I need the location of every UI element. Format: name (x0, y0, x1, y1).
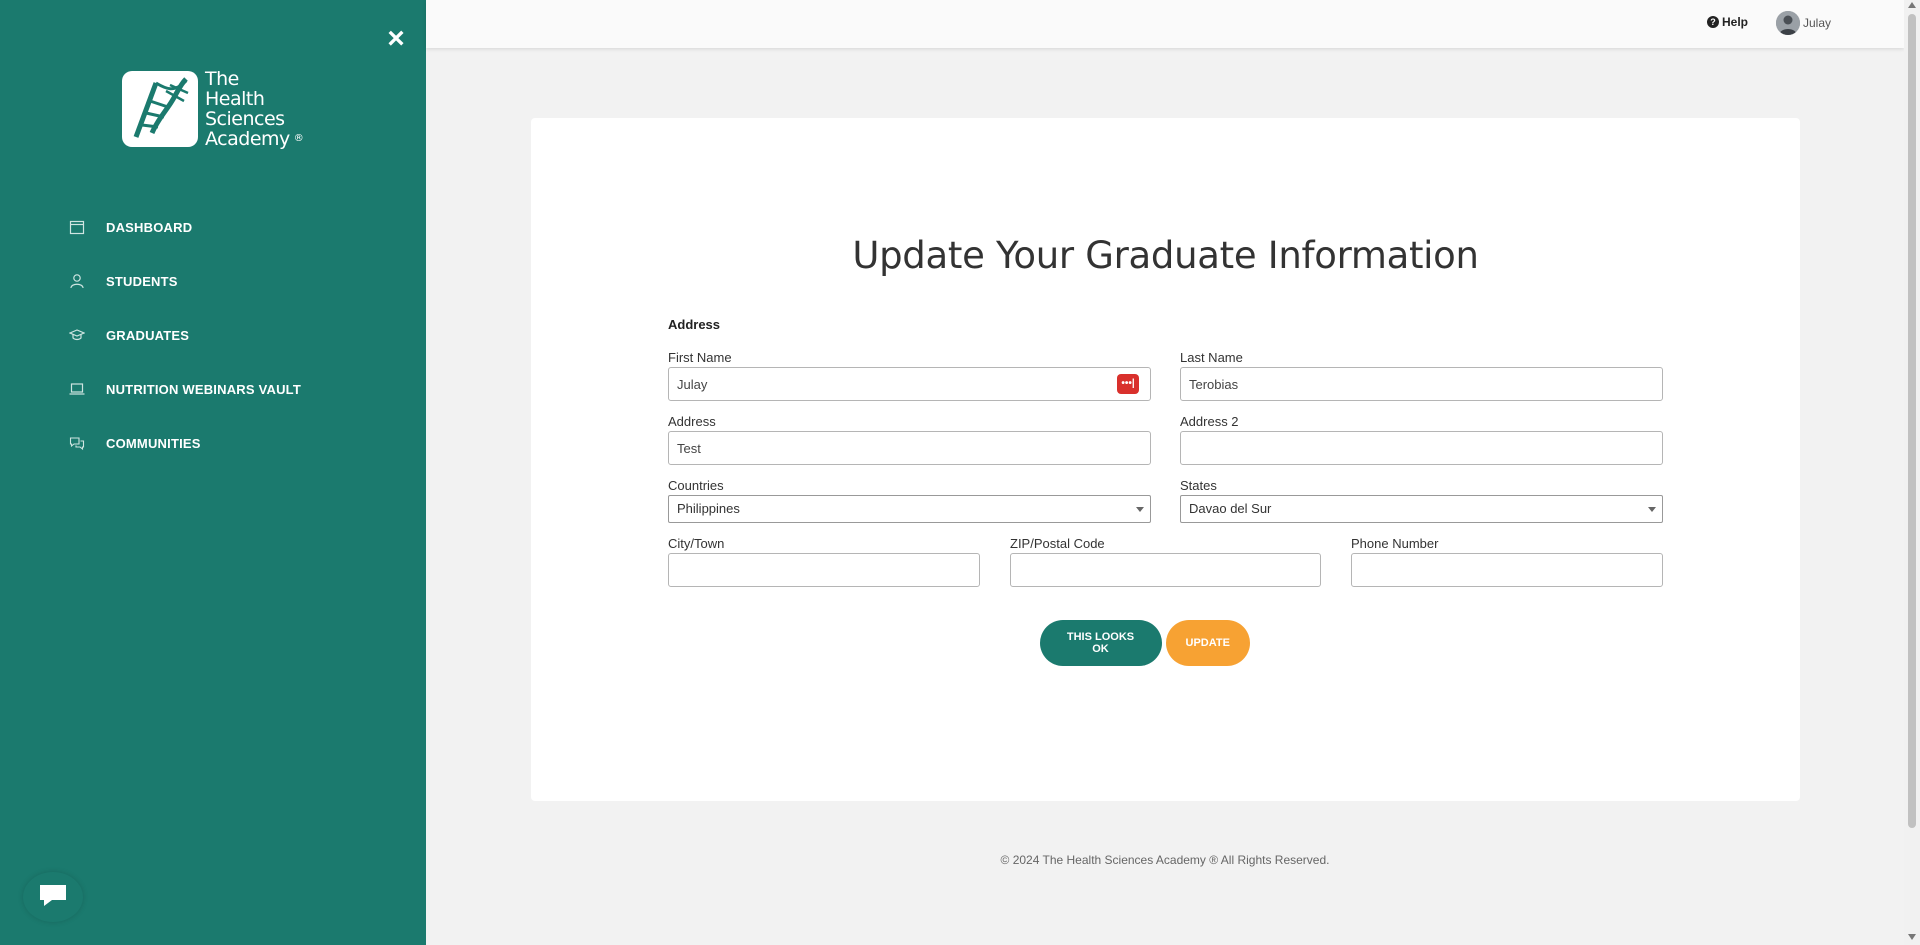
sidebar-item-label: COMMUNITIES (106, 435, 201, 451)
update-form-card: Update Your Graduate Information Address… (531, 118, 1800, 801)
sidebar-item-nutrition-webinars-vault[interactable]: NUTRITION WEBINARS VAULT (0, 362, 426, 416)
city-label: City/Town (668, 536, 725, 551)
states-label: States (1180, 478, 1217, 493)
phone-field[interactable] (1351, 553, 1663, 587)
logo-text: The Health Sciences Academy ® (205, 68, 304, 150)
sidebar-item-label: DASHBOARD (106, 219, 193, 235)
first-name-label: First Name (668, 350, 732, 365)
help-link[interactable]: ? Help (1707, 15, 1748, 29)
states-selected-value: Davao del Sur (1189, 501, 1272, 516)
address2-field[interactable] (1180, 431, 1663, 465)
countries-select[interactable]: Philippines (668, 495, 1151, 523)
phone-field-group: Phone Number (1351, 535, 1663, 587)
footer-copyright: © 2024 The Health Sciences Academy ® All… (1000, 853, 1330, 867)
graduation-cap-icon (68, 326, 86, 344)
page-title: Update Your Graduate Information (852, 234, 1479, 277)
zip-label: ZIP/Postal Code (1010, 536, 1105, 551)
this-looks-ok-button[interactable]: THIS LOOKS OK (1039, 620, 1162, 666)
countries-field-group: Countries Philippines (668, 477, 1151, 523)
user-icon (68, 272, 86, 290)
close-icon[interactable]: × (384, 24, 408, 54)
sidebar-item-dashboard[interactable]: DASHBOARD (0, 200, 426, 254)
password-manager-icon[interactable]: •••| (1117, 374, 1139, 394)
logo-line: Academy (205, 128, 290, 150)
avatar (1776, 11, 1800, 35)
zip-field[interactable] (1010, 553, 1321, 587)
logo-mark (122, 71, 198, 147)
calendar-icon (68, 218, 86, 236)
address-field[interactable] (668, 431, 1151, 465)
address2-field-group: Address 2 (1180, 413, 1663, 465)
last-name-field[interactable] (1180, 367, 1663, 401)
chat-widget-button[interactable] (23, 872, 83, 922)
section-heading: Address (668, 317, 721, 332)
sidebar-item-label: NUTRITION WEBINARS VAULT (106, 381, 301, 397)
registered-mark: ® (293, 133, 304, 144)
sidebar-item-label: GRADUATES (106, 327, 190, 343)
sidebar-item-graduates[interactable]: GRADUATES (0, 308, 426, 362)
form-actions: THIS LOOKS OK UPDATE (531, 620, 1800, 666)
countries-label: Countries (668, 478, 724, 493)
chat-icon (68, 434, 86, 452)
update-button[interactable]: UPDATE (1165, 620, 1250, 666)
sidebar-item-students[interactable]: STUDENTS (0, 254, 426, 308)
sidebar-item-label: STUDENTS (106, 273, 178, 289)
scroll-up-icon[interactable] (1908, 2, 1916, 8)
laptop-icon (68, 380, 86, 398)
city-field-group: City/Town (668, 535, 980, 587)
logo-line: The (205, 68, 239, 90)
logo-line: Health (205, 88, 265, 110)
chat-bubble-icon (38, 882, 68, 913)
logo-line: Sciences (205, 108, 285, 130)
scroll-down-icon[interactable] (1908, 934, 1916, 940)
chevron-down-icon (1648, 507, 1656, 512)
last-name-label: Last Name (1180, 350, 1243, 365)
first-name-field[interactable] (668, 367, 1151, 401)
scroll-thumb[interactable] (1908, 14, 1916, 828)
zip-field-group: ZIP/Postal Code (1010, 535, 1321, 587)
phone-label: Phone Number (1351, 536, 1439, 551)
address2-label: Address 2 (1180, 414, 1239, 429)
user-name: Julay (1803, 16, 1832, 30)
scrollbar[interactable] (1904, 0, 1920, 945)
user-menu[interactable]: Julay (1776, 11, 1831, 35)
countries-selected-value: Philippines (677, 501, 740, 516)
first-name-field-group: First Name •••| (668, 349, 1151, 401)
sidebar: × The Health Sciences Academy ® DASHBOARD (0, 0, 426, 945)
topbar: ? Help Julay (426, 0, 1904, 48)
city-field[interactable] (668, 553, 980, 587)
sidebar-nav: DASHBOARD STUDENTS GRADUATES NUTRITION W… (0, 200, 426, 470)
help-icon: ? (1707, 16, 1719, 28)
address-field-group: Address (668, 413, 1151, 465)
states-select[interactable]: Davao del Sur (1180, 495, 1663, 523)
last-name-field-group: Last Name (1180, 349, 1663, 401)
sidebar-item-communities[interactable]: COMMUNITIES (0, 416, 426, 470)
states-field-group: States Davao del Sur (1180, 477, 1663, 523)
chevron-down-icon (1136, 507, 1144, 512)
logo[interactable]: The Health Sciences Academy ® (122, 69, 312, 151)
address-label: Address (668, 414, 716, 429)
help-label: Help (1722, 15, 1749, 29)
